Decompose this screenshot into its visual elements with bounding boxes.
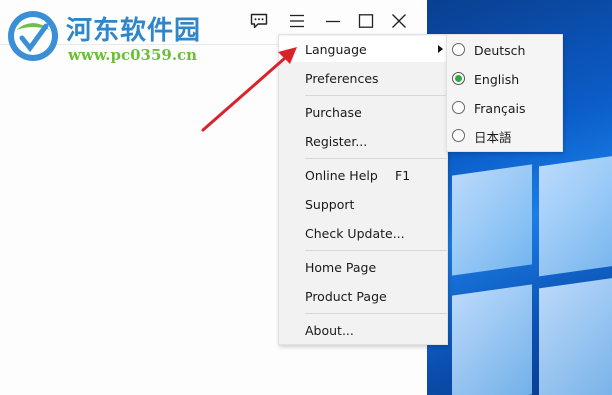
radio-button[interactable]: [452, 129, 465, 142]
menu-item-product-page[interactable]: Product Page: [279, 283, 447, 309]
windows-logo-pane: [539, 275, 612, 395]
language-option-japanese[interactable]: 日本語: [447, 122, 562, 150]
menu-item-label: Online Help: [305, 167, 378, 183]
menu-separator: [305, 250, 447, 251]
menu-item-label: Language: [305, 41, 367, 57]
menu-item-label: About...: [305, 322, 354, 338]
radio-button[interactable]: [452, 101, 465, 114]
language-option-label: Français: [474, 100, 526, 116]
close-button[interactable]: [386, 8, 412, 34]
language-option-english[interactable]: English: [447, 65, 562, 93]
menu-item-label: Register...: [305, 133, 368, 149]
menu-item-register[interactable]: Register...: [279, 128, 447, 154]
chat-feedback-icon: [250, 13, 268, 29]
windows-logo-pane: [452, 164, 532, 276]
menu-item-label: Preferences: [305, 70, 379, 86]
language-option-francais[interactable]: Français: [447, 94, 562, 122]
menu-separator: [305, 158, 447, 159]
watermark-url: www.pc0359.cn: [68, 46, 198, 64]
menu-item-check-update[interactable]: Check Update...: [279, 220, 447, 246]
menu-item-shortcut: F1: [395, 167, 411, 183]
language-option-label: 日本語: [474, 129, 512, 145]
language-option-deutsch[interactable]: Deutsch: [447, 36, 562, 64]
menu-item-label: Check Update...: [305, 225, 405, 241]
menu-item-language[interactable]: Language: [279, 36, 447, 62]
menu-item-label: Home Page: [305, 259, 377, 275]
language-option-label: English: [474, 71, 520, 87]
main-menu-dropdown: Language Preferences Purchase Register..…: [278, 34, 448, 345]
menu-item-label: Support: [305, 196, 355, 212]
language-submenu: Deutsch English Français 日本語: [446, 34, 563, 152]
windows-logo-pane: [539, 153, 612, 277]
menu-item-support[interactable]: Support: [279, 191, 447, 217]
close-icon: [392, 14, 406, 28]
menu-item-home-page[interactable]: Home Page: [279, 254, 447, 280]
maximize-button[interactable]: [353, 8, 379, 34]
minimize-icon: [326, 20, 340, 23]
menu-separator: [305, 95, 447, 96]
menu-separator: [305, 313, 447, 314]
watermark-logo-icon: [8, 11, 58, 61]
menu-item-online-help[interactable]: Online Help F1: [279, 162, 447, 188]
menu-item-preferences[interactable]: Preferences: [279, 65, 447, 91]
menu-item-about[interactable]: About...: [279, 317, 447, 343]
hamburger-menu-icon: [290, 14, 304, 28]
menu-item-label: Purchase: [305, 104, 362, 120]
language-option-label: Deutsch: [474, 42, 526, 58]
menu-item-purchase[interactable]: Purchase: [279, 99, 447, 125]
submenu-arrow-icon: [438, 45, 443, 53]
menu-item-label: Product Page: [305, 288, 387, 304]
main-menu-button[interactable]: [284, 8, 310, 34]
feedback-button[interactable]: [246, 8, 272, 34]
radio-button[interactable]: [452, 43, 465, 56]
minimize-button[interactable]: [320, 8, 346, 34]
radio-button-selected[interactable]: [452, 72, 465, 85]
watermark-title: 河东软件园: [66, 16, 202, 46]
maximize-icon: [358, 14, 374, 28]
windows-logo-pane: [452, 284, 532, 395]
